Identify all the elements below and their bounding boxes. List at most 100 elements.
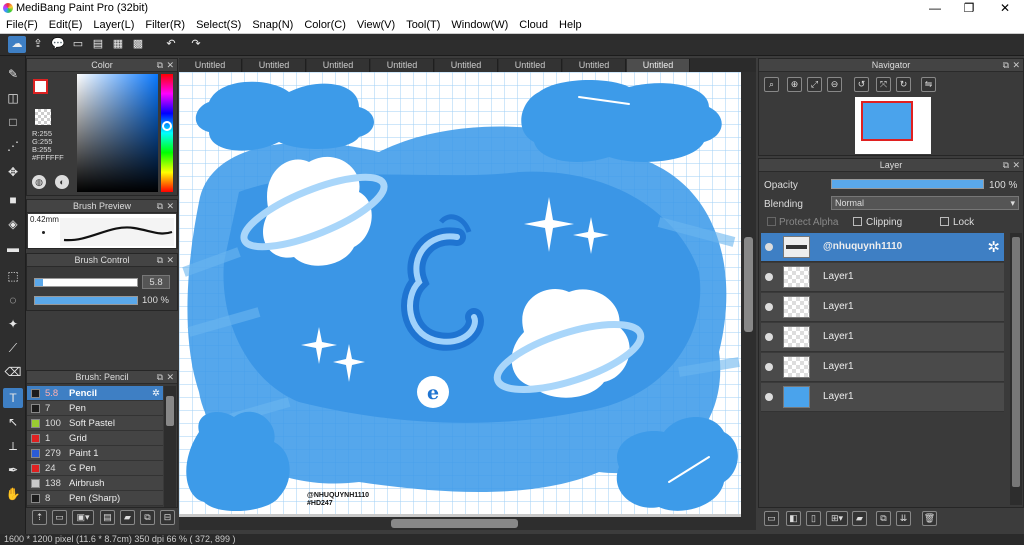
canvas-vertical-scrollbar[interactable] — [741, 72, 756, 517]
close-icon[interactable]: ✕ — [1012, 159, 1020, 171]
close-icon[interactable]: ✕ — [166, 371, 174, 383]
menu-help[interactable]: Help — [553, 17, 587, 33]
menu-view[interactable]: View(V) — [351, 17, 400, 33]
tab-untitled-2[interactable]: Untitled — [243, 59, 306, 72]
new-halftone-layer-icon[interactable]: ◧ — [786, 511, 801, 526]
layer-row[interactable]: Layer1 — [761, 263, 1004, 292]
merge-layer-icon[interactable]: ⇊ — [896, 511, 911, 526]
tab-untitled-6[interactable]: Untitled — [499, 59, 562, 72]
hue-handle[interactable] — [162, 121, 172, 131]
undock-icon[interactable]: ⧉ — [1003, 59, 1009, 71]
pen-tool-icon[interactable]: ✒ — [3, 460, 23, 480]
navigator-thumbnail[interactable] — [855, 97, 931, 154]
gear-icon[interactable]: ✲ — [987, 238, 1000, 256]
tab-untitled-8[interactable]: Untitled — [627, 59, 690, 72]
layer-row[interactable]: Layer1 — [761, 383, 1004, 412]
brush-tool-icon[interactable]: ✎ — [3, 64, 23, 84]
undock-icon[interactable]: ⧉ — [157, 200, 163, 212]
brush-item[interactable]: 279 Paint 1 — [27, 446, 163, 461]
artwork-canvas[interactable]: e @NHUQUYNH1110 #HD247 — [179, 72, 741, 514]
rotate-right-icon[interactable]: ↻ — [896, 77, 911, 92]
select-eraser-tool-icon[interactable]: ⌫ — [3, 362, 23, 382]
lasso-tool-icon[interactable]: ◌ — [3, 290, 23, 310]
eye-icon[interactable] — [765, 303, 773, 311]
select-rect-tool-icon[interactable]: ⬚ — [3, 266, 23, 286]
tab-untitled-1[interactable]: Untitled — [179, 59, 242, 72]
operation-tool-icon[interactable]: ↖ — [3, 412, 23, 432]
page-manager-icon[interactable]: ▦ — [109, 36, 127, 53]
magic-wand-tool-icon[interactable]: ✦ — [3, 314, 23, 334]
tab-untitled-4[interactable]: Untitled — [371, 59, 434, 72]
brush-item[interactable]: 8 Pen (Sharp) — [27, 491, 163, 506]
menu-filter[interactable]: Filter(R) — [139, 17, 190, 33]
eye-icon[interactable] — [765, 243, 773, 251]
transparent-color-swatch[interactable] — [35, 109, 51, 125]
layer-row[interactable]: Layer1 — [761, 323, 1004, 352]
menu-snap[interactable]: Snap(N) — [246, 17, 298, 33]
text-tool-icon[interactable]: T — [3, 388, 23, 408]
new-layer-icon[interactable]: ▭ — [764, 511, 779, 526]
reset-rotation-icon[interactable]: ⤧ — [876, 77, 891, 92]
undock-icon[interactable]: ⧉ — [1003, 159, 1009, 171]
brush-list-scrollbar[interactable] — [164, 386, 176, 507]
brush-options-icon[interactable]: ▣▾ — [72, 510, 94, 525]
zoom-out-icon[interactable]: ⊖ — [827, 77, 842, 92]
zoom-icon[interactable]: ⌕ — [764, 77, 779, 92]
color-mode-icon[interactable]: ◐ — [55, 175, 69, 189]
brush-size-value[interactable]: 5.8 — [142, 275, 170, 289]
eye-icon[interactable] — [765, 363, 773, 371]
new-1bit-layer-icon[interactable]: ▯ — [806, 511, 821, 526]
canvas-horizontal-scrollbar[interactable] — [179, 517, 756, 530]
new-brush-icon[interactable]: ▭ — [52, 510, 67, 525]
layer-list-scrollbar[interactable] — [1010, 233, 1022, 505]
primary-color-swatch[interactable] — [33, 79, 48, 94]
clipping-checkbox[interactable] — [853, 217, 862, 226]
brush-item[interactable]: 100 Soft Pastel — [27, 416, 163, 431]
shape-tool-icon[interactable]: □ — [3, 112, 23, 132]
move-tool-icon[interactable]: ✥ — [3, 162, 23, 182]
duplicate-brush-icon[interactable]: ⧉ — [140, 510, 155, 525]
saturation-value-picker[interactable] — [77, 74, 158, 192]
menu-select[interactable]: Select(S) — [190, 17, 246, 33]
undock-icon[interactable]: ⧉ — [157, 254, 163, 266]
select-pen-tool-icon[interactable]: ⟋ — [3, 338, 23, 358]
brush-item[interactable]: 5.8 Pencil ✲ — [27, 386, 163, 401]
close-icon[interactable]: ✕ — [166, 59, 174, 71]
tab-untitled-7[interactable]: Untitled — [563, 59, 626, 72]
cloud-icon[interactable]: ☁ — [8, 36, 26, 53]
eye-icon[interactable] — [765, 273, 773, 281]
dot-tool-icon[interactable]: ⋰ — [3, 136, 23, 156]
canvas-area[interactable]: e @NHUQUYNH1110 #HD247 — [179, 72, 756, 517]
eyedropper-tool-icon[interactable]: ⟂ — [3, 436, 23, 456]
comment-icon[interactable]: 💬 — [49, 36, 67, 53]
bucket-tool-icon[interactable]: ◈ — [3, 214, 23, 234]
tab-untitled-3[interactable]: Untitled — [307, 59, 370, 72]
undock-icon[interactable]: ⧉ — [157, 371, 163, 383]
eraser-tool-icon[interactable]: ◫ — [3, 88, 23, 108]
delete-layer-icon[interactable]: 🗑 — [922, 511, 937, 526]
fit-window-icon[interactable]: ⤢ — [807, 77, 822, 92]
undo-icon[interactable]: ↶ — [162, 36, 180, 53]
menu-color[interactable]: Color(C) — [298, 17, 351, 33]
redo-icon[interactable]: ↷ — [187, 36, 205, 53]
zoom-in-icon[interactable]: ⊕ — [787, 77, 802, 92]
fill-rect-tool-icon[interactable]: ■ — [3, 190, 23, 210]
add-brush-icon[interactable]: ⇡ — [32, 510, 47, 525]
layer-row[interactable]: Layer1 — [761, 353, 1004, 382]
close-icon[interactable]: ✕ — [166, 200, 174, 212]
menu-edit[interactable]: Edit(E) — [43, 17, 88, 33]
gradient-tool-icon[interactable]: ▬ — [3, 238, 23, 258]
brush-opacity-slider[interactable] — [34, 296, 138, 305]
brush-item[interactable]: 1 Grid — [27, 431, 163, 446]
eye-icon[interactable] — [765, 333, 773, 341]
close-icon[interactable]: ✕ — [166, 254, 174, 266]
layer-row[interactable]: Layer1 — [761, 293, 1004, 322]
close-window-button[interactable]: ✕ — [988, 0, 1022, 17]
hand-tool-icon[interactable]: ✋ — [3, 484, 23, 504]
brush-page-icon[interactable]: ▤ — [100, 510, 115, 525]
lock-checkbox[interactable] — [940, 217, 949, 226]
menu-tool[interactable]: Tool(T) — [400, 17, 445, 33]
restore-button[interactable]: ❐ — [952, 0, 986, 17]
blending-select[interactable]: Normal ▾ — [831, 196, 1019, 210]
rotate-left-icon[interactable]: ↺ — [854, 77, 869, 92]
